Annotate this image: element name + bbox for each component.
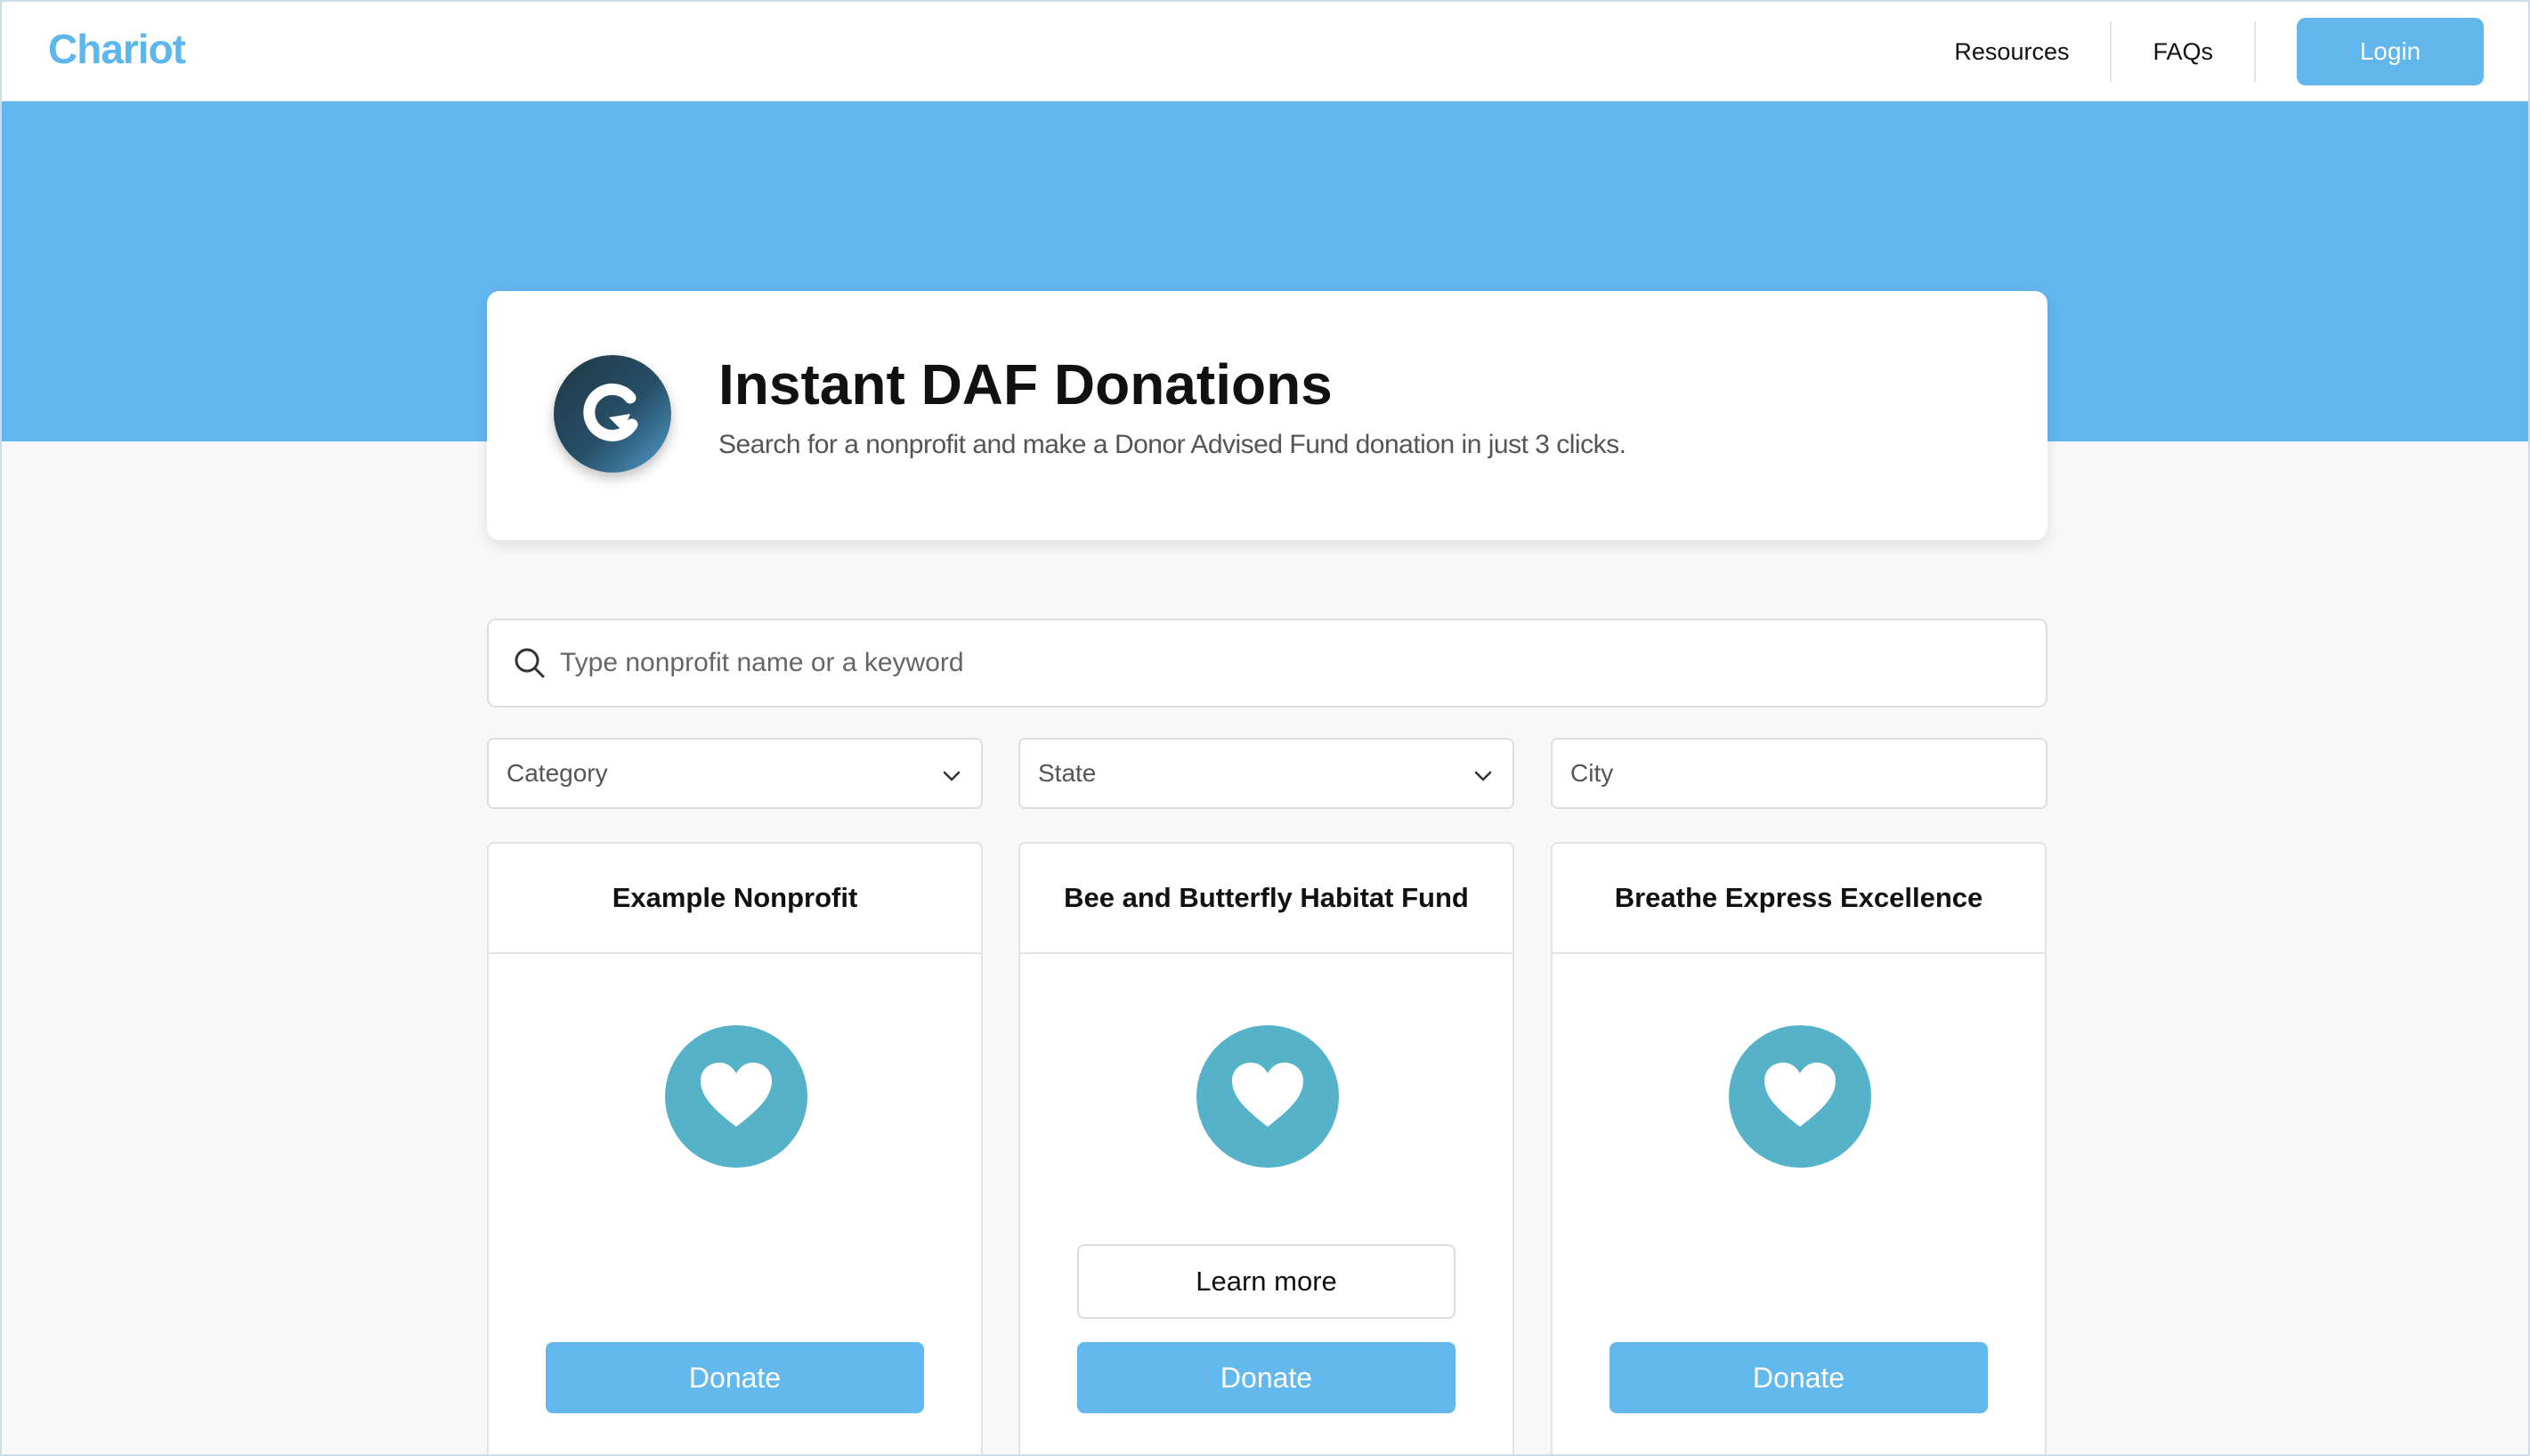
chevron-down-icon [943, 771, 961, 781]
donate-button[interactable]: Donate [1610, 1342, 1988, 1413]
nonprofit-name: Breathe Express Excellence [1553, 844, 2045, 954]
state-select-label: State [1038, 759, 1097, 787]
nav-faqs-link[interactable]: FAQs [2112, 21, 2256, 82]
nonprofit-card: Breathe Express Excellence Donate [1551, 842, 2047, 1454]
chevron-down-icon [1474, 771, 1492, 781]
nav-resources-link[interactable]: Resources [1913, 21, 2112, 82]
nonprofit-name: Example Nonprofit [489, 844, 981, 954]
page: Chariot Resources FAQs Login Instant DAF… [0, 0, 2530, 1456]
donate-button[interactable]: Donate [546, 1342, 924, 1413]
heart-icon [1729, 1025, 1871, 1168]
chariot-logo-icon [554, 355, 671, 473]
nonprofit-card: Example Nonprofit Donate [487, 842, 983, 1454]
learn-more-button[interactable]: Learn more [1077, 1244, 1456, 1319]
search-box [487, 619, 2048, 708]
city-input[interactable]: City [1551, 738, 2048, 809]
chariot-logo[interactable]: Chariot [48, 25, 186, 73]
search-icon [515, 648, 545, 678]
nav-links: Resources FAQs Login [1913, 18, 2484, 85]
nonprofit-name: Bee and Butterfly Habitat Fund [1020, 844, 1512, 954]
state-select[interactable]: State [1018, 738, 1514, 809]
city-input-placeholder: City [1570, 759, 1614, 787]
login-button[interactable]: Login [2297, 18, 2484, 85]
donate-button[interactable]: Donate [1077, 1342, 1456, 1413]
page-title: Instant DAF Donations [718, 352, 1333, 417]
category-select-label: Category [507, 759, 608, 787]
page-subtitle: Search for a nonprofit and make a Donor … [718, 430, 1626, 459]
top-navbar: Chariot Resources FAQs Login [2, 2, 2528, 101]
heart-icon [665, 1025, 807, 1168]
category-select[interactable]: Category [487, 738, 983, 809]
search-input[interactable] [560, 648, 1984, 678]
hero-card: Instant DAF Donations Search for a nonpr… [487, 291, 2048, 540]
nonprofit-card: Bee and Butterfly Habitat Fund Learn mor… [1018, 842, 1514, 1454]
heart-icon [1196, 1025, 1339, 1168]
